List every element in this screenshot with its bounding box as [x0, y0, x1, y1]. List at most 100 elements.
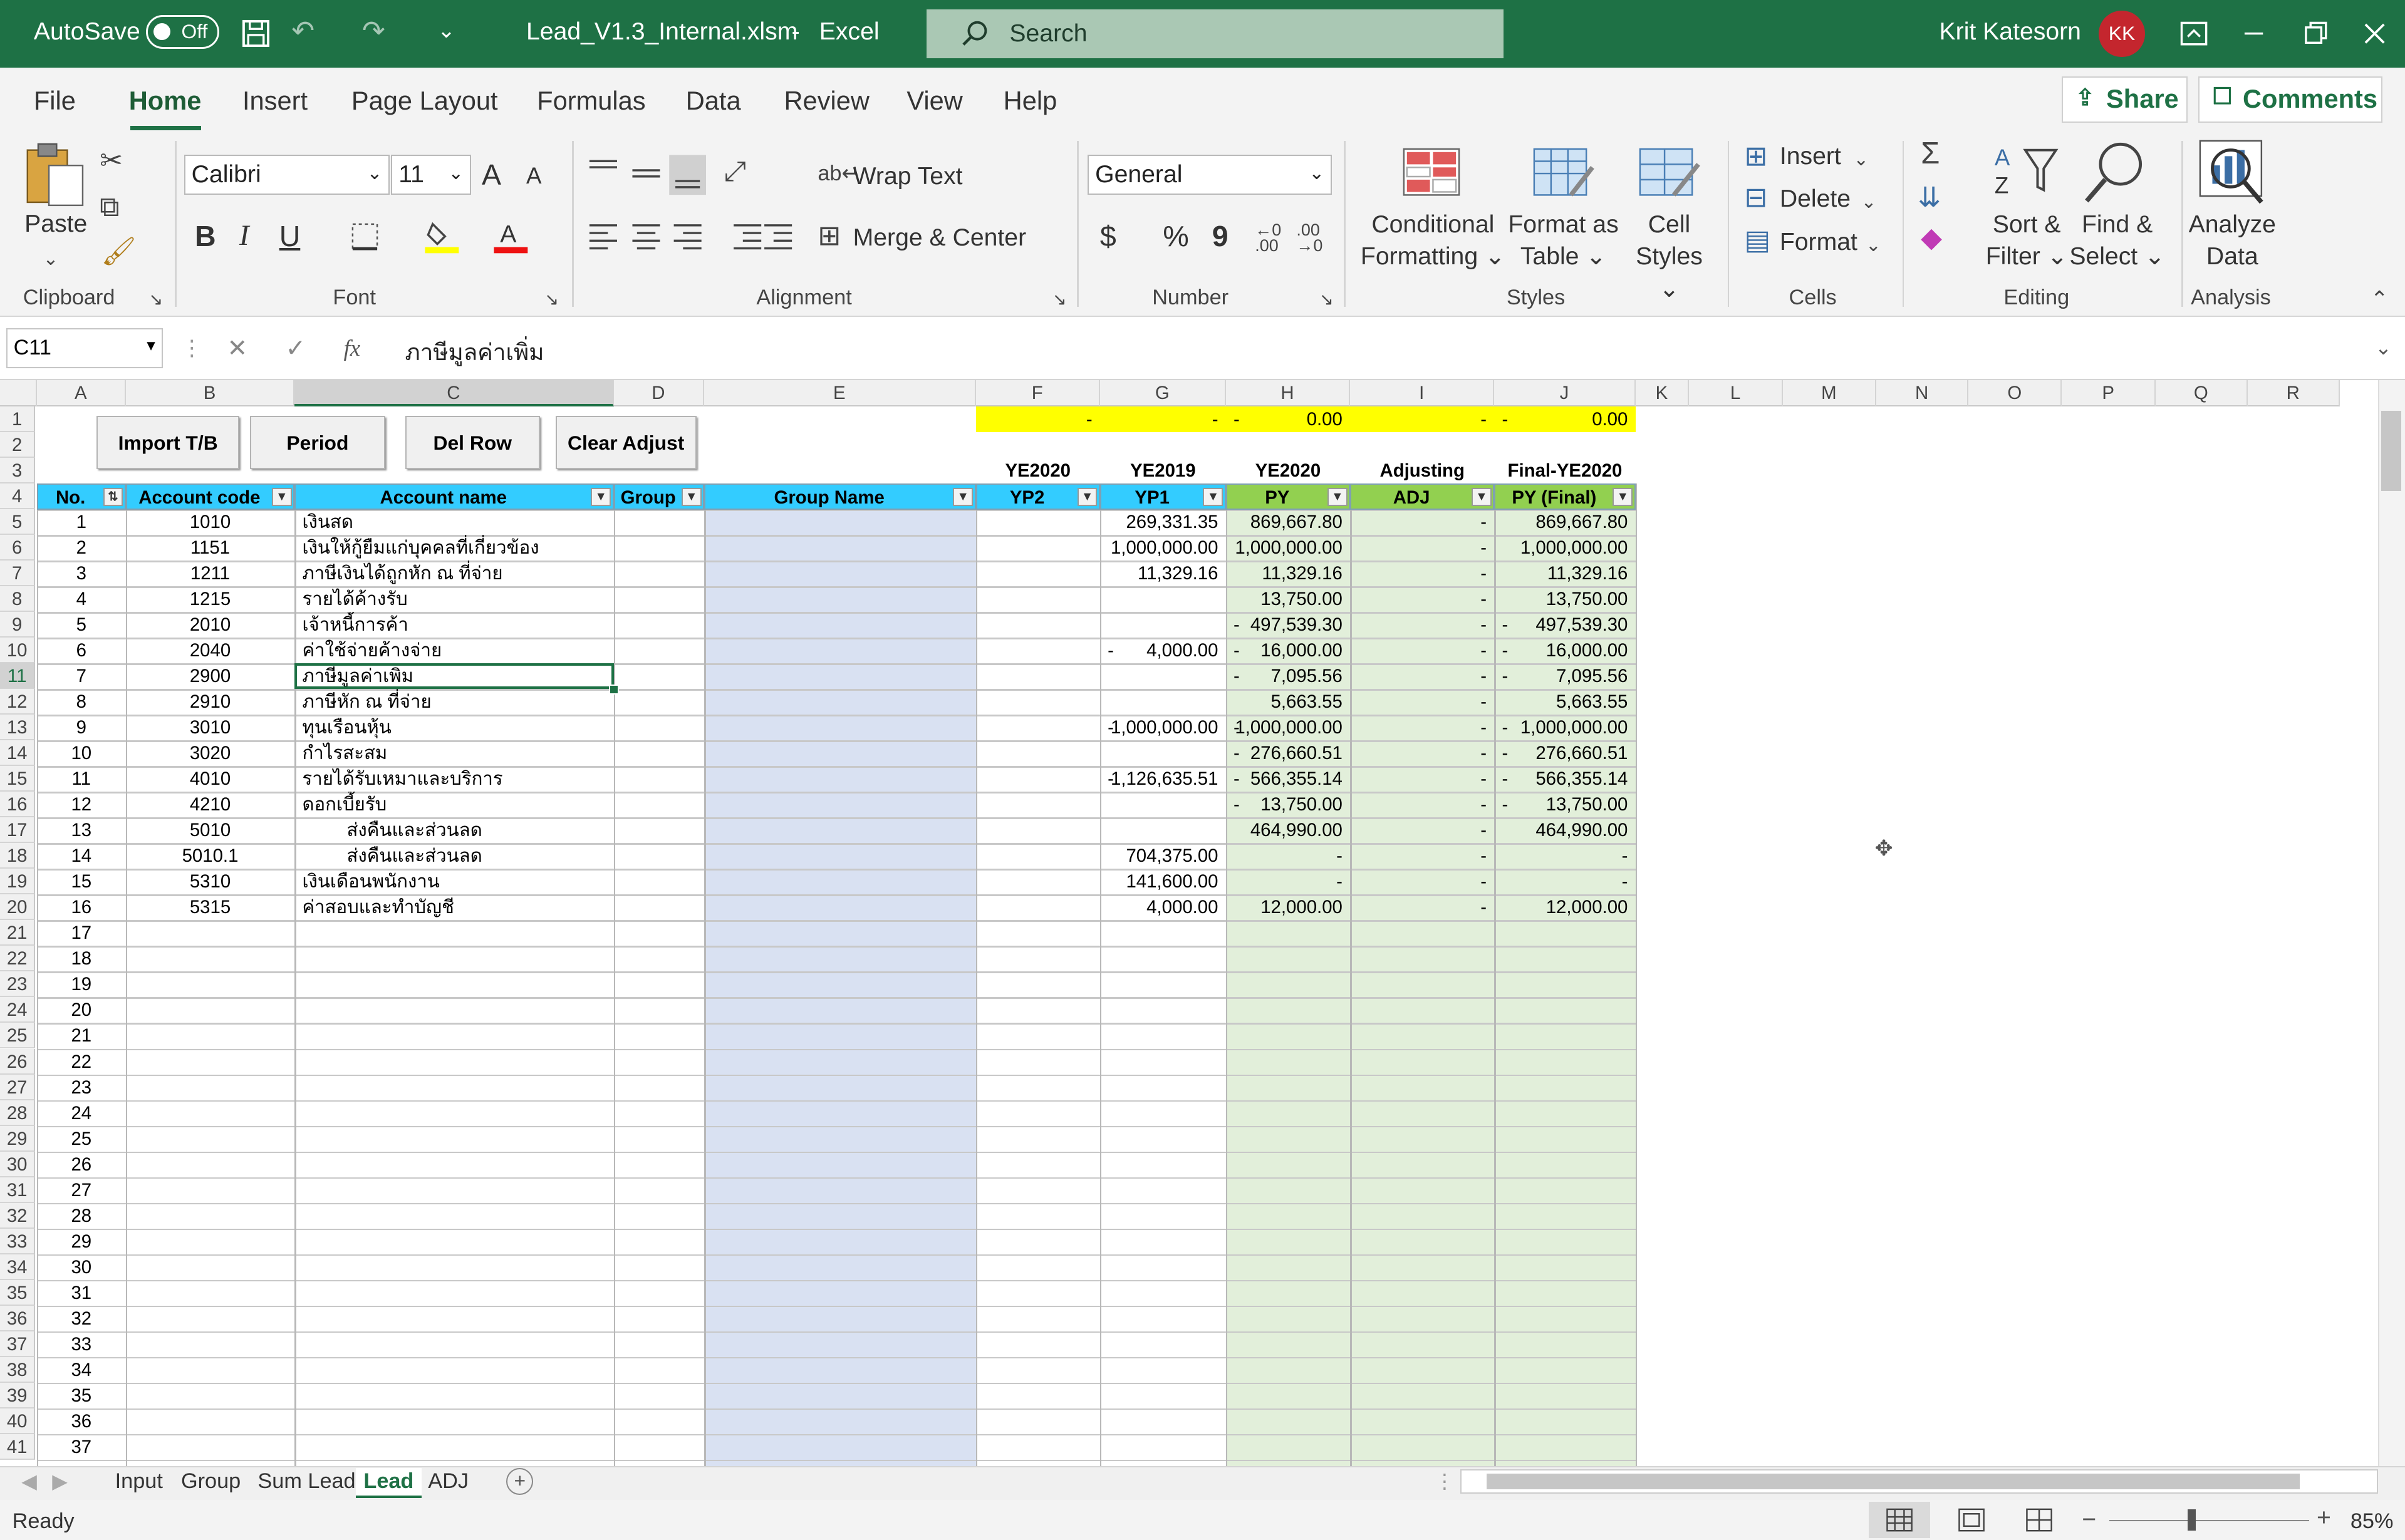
clear-adjust-button[interactable]: Clear Adjust — [555, 415, 697, 470]
delete-cells-button[interactable]: Delete — [1780, 185, 1851, 213]
paste-dropdown-icon[interactable]: ⌄ — [43, 245, 59, 273]
column-header[interactable]: K — [1635, 380, 1690, 406]
italic-button[interactable]: I — [239, 219, 249, 252]
expand-formula-bar-icon[interactable]: ⌄ — [2375, 336, 2392, 359]
conditional-formatting-icon[interactable] — [1401, 146, 1462, 198]
row-header[interactable]: 15 — [0, 766, 36, 792]
column-header[interactable]: O — [1968, 380, 2062, 406]
format-painter-icon[interactable]: 🖌 — [101, 237, 137, 266]
shrink-font-icon[interactable]: A — [526, 163, 542, 189]
select-all-corner[interactable] — [0, 380, 37, 406]
filter-dropdown-icon[interactable]: ▼ — [1472, 487, 1492, 507]
orientation-icon[interactable]: ⤢ — [724, 158, 746, 185]
row-header[interactable]: 1 — [0, 406, 36, 432]
sort-filter-button[interactable]: Sort & Filter ⌄ — [1979, 209, 2074, 273]
avatar[interactable]: KK — [2099, 11, 2145, 57]
fill-handle[interactable] — [609, 684, 620, 695]
vertical-scrollbar[interactable] — [2377, 380, 2405, 1467]
vertical-align-icons[interactable] — [586, 153, 709, 197]
undo-icon[interactable]: ↶ — [291, 15, 314, 47]
underline-button[interactable]: U — [279, 219, 301, 253]
tab-insert[interactable]: Insert — [242, 86, 308, 116]
row-header[interactable]: 31 — [0, 1177, 36, 1203]
row-header[interactable]: 8 — [0, 586, 36, 612]
font-size-combo[interactable]: 11 ⌄ — [391, 155, 471, 195]
row-header[interactable]: 18 — [0, 843, 36, 869]
sheet-tab-group[interactable]: Group — [174, 1468, 249, 1496]
row-header[interactable]: 34 — [0, 1254, 36, 1280]
decrease-decimal-icon[interactable]: .00 →0 — [1296, 222, 1322, 254]
chevron-down-icon[interactable]: ⌄ — [1853, 146, 1869, 173]
increase-decimal-icon[interactable]: ←0.00 — [1255, 222, 1281, 254]
row-header[interactable]: 24 — [0, 997, 36, 1023]
column-header[interactable]: J — [1494, 380, 1636, 406]
conditional-formatting-button[interactable]: Conditional Formatting ⌄ — [1359, 209, 1507, 273]
column-header[interactable]: E — [704, 380, 976, 406]
filter-dropdown-icon[interactable]: ▼ — [1613, 487, 1633, 507]
tab-data[interactable]: Data — [686, 86, 741, 116]
column-header[interactable]: D — [613, 380, 705, 406]
name-box[interactable]: C11 ▾ — [6, 328, 163, 368]
chevron-down-icon[interactable]: ⌄ — [1866, 232, 1881, 259]
vertical-scroll-thumb[interactable] — [2381, 411, 2401, 491]
analyze-data-button[interactable]: Analyze Data — [2181, 209, 2283, 273]
row-header[interactable]: 36 — [0, 1305, 36, 1331]
cell-styles-button[interactable]: Cell Styles ⌄ — [1623, 209, 1715, 305]
wrap-text-button[interactable]: Wrap Text — [853, 163, 963, 190]
row-header[interactable]: 40 — [0, 1408, 36, 1434]
column-header[interactable]: Q — [2155, 380, 2248, 406]
row-header[interactable]: 30 — [0, 1151, 36, 1177]
filter-dropdown-icon[interactable]: ▼ — [271, 487, 292, 507]
tab-formulas[interactable]: Formulas — [537, 86, 645, 116]
tab-file[interactable]: File — [34, 86, 76, 116]
row-header[interactable]: 22 — [0, 946, 36, 972]
cell-styles-icon[interactable] — [1637, 146, 1701, 201]
row-header[interactable]: 27 — [0, 1074, 36, 1100]
row-header[interactable]: 41 — [0, 1434, 36, 1460]
column-header[interactable]: C — [294, 380, 614, 406]
borders-icon[interactable] — [350, 221, 380, 252]
find-select-button[interactable]: Find & Select ⌄ — [2068, 209, 2166, 273]
number-launcher-icon[interactable]: ↘ — [1319, 286, 1334, 313]
row-header[interactable]: 19 — [0, 869, 36, 895]
row-header[interactable]: 20 — [0, 894, 36, 921]
column-header[interactable]: A — [36, 380, 126, 406]
selected-cell[interactable] — [294, 663, 614, 690]
horizontal-scroll-thumb[interactable] — [1486, 1474, 2300, 1489]
grow-font-icon[interactable]: A — [482, 158, 501, 192]
filter-dropdown-icon[interactable]: ▼ — [681, 487, 702, 507]
user-name[interactable]: Krit Katesorn — [1940, 18, 2081, 46]
column-header[interactable]: N — [1876, 380, 1969, 406]
page-layout-view-icon[interactable] — [1958, 1506, 1985, 1534]
row-header[interactable]: 2 — [0, 432, 36, 458]
merge-center-button[interactable]: Merge & Center — [853, 224, 1027, 252]
column-header[interactable]: I — [1350, 380, 1495, 406]
find-select-icon[interactable] — [2084, 140, 2148, 204]
row-header[interactable]: 38 — [0, 1357, 36, 1383]
column-header[interactable]: G — [1099, 380, 1226, 406]
search-box[interactable]: Search — [927, 9, 1504, 59]
confirm-entry-icon[interactable]: ✓ — [286, 334, 306, 363]
number-format-combo[interactable]: General ⌄ — [1088, 155, 1332, 195]
splitter-icon[interactable]: ⋮ — [1435, 1469, 1455, 1493]
clear-icon[interactable]: ◆ — [1921, 224, 1942, 252]
row-header[interactable]: 29 — [0, 1125, 36, 1152]
currency-button[interactable]: $ — [1100, 219, 1116, 253]
row-header[interactable]: 16 — [0, 792, 36, 818]
row-header[interactable]: 37 — [0, 1331, 36, 1357]
restore-icon[interactable] — [2303, 21, 2327, 46]
sort-filter-icon[interactable]: AZ — [1992, 141, 2062, 202]
copy-icon[interactable]: ⧉ — [100, 193, 119, 221]
column-header[interactable]: B — [125, 380, 295, 406]
column-header[interactable]: F — [975, 380, 1100, 406]
paste-label[interactable]: Paste — [24, 210, 87, 238]
font-color-icon[interactable]: A — [492, 218, 529, 255]
row-header[interactable]: 13 — [0, 715, 36, 741]
sheet-tab-sum-lead[interactable]: Sum Lead — [250, 1468, 363, 1496]
row-header[interactable]: 32 — [0, 1202, 36, 1229]
import-tb-button[interactable]: Import T/B — [96, 415, 240, 470]
cut-icon[interactable]: ✂ — [100, 147, 123, 175]
filter-dropdown-icon[interactable]: ▼ — [1327, 487, 1348, 507]
normal-view-icon[interactable] — [1886, 1506, 1913, 1534]
period-button[interactable]: Period — [250, 415, 385, 470]
